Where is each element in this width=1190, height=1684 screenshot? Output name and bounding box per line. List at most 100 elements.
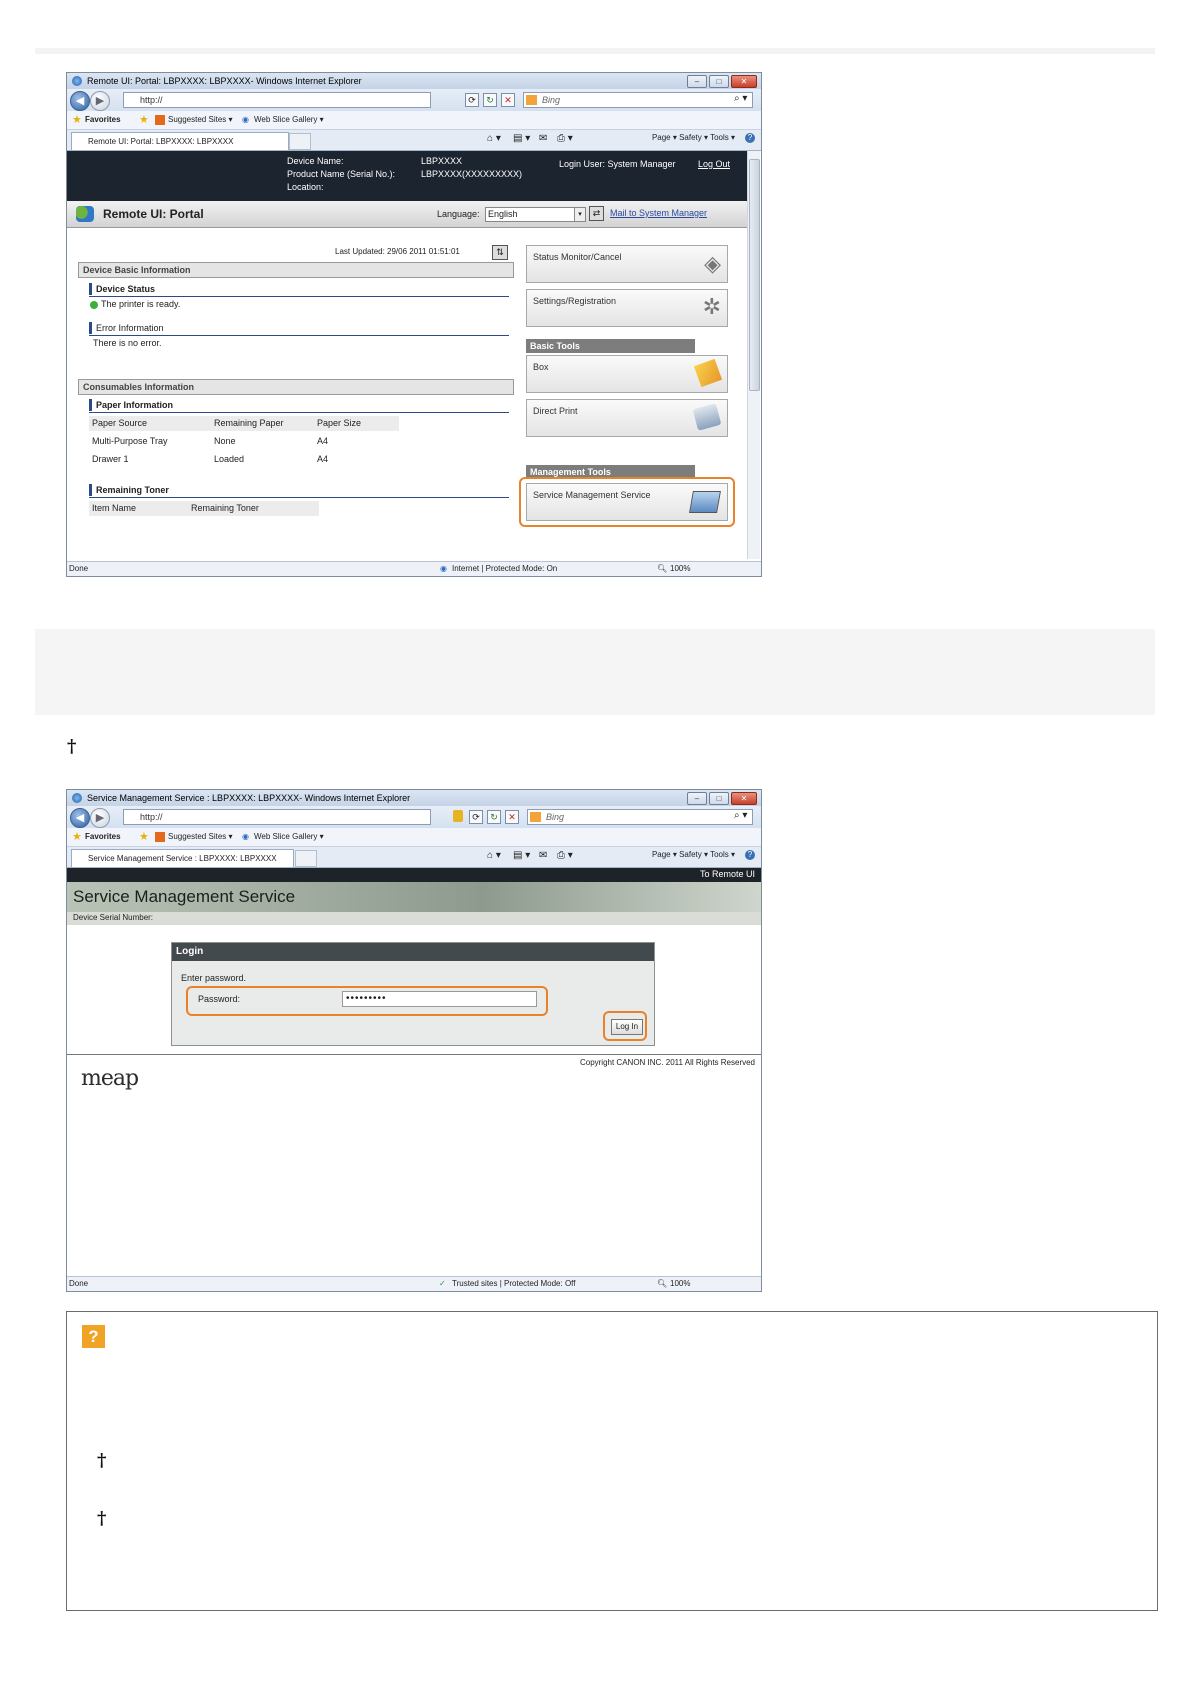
close-icon[interactable]: ✕: [731, 792, 757, 805]
tab-remote-ui[interactable]: Remote UI: Portal: LBPXXXX: LBPXXXX: [71, 132, 289, 150]
search-input[interactable]: Bing: [527, 809, 753, 825]
maximize-icon[interactable]: □: [709, 792, 729, 805]
mail-icon[interactable]: ✉: [539, 133, 547, 144]
bing-icon: [530, 812, 541, 822]
lock-icon[interactable]: [453, 810, 463, 822]
logout-link[interactable]: Log Out: [698, 159, 730, 169]
close-icon[interactable]: ✕: [731, 75, 757, 88]
refresh-icon[interactable]: ↻: [487, 810, 501, 824]
url-input[interactable]: http://: [123, 809, 431, 825]
sms-page-title: Service Management Service: [73, 887, 296, 906]
status-monitor-icon: ◈: [704, 251, 721, 276]
settings-tile[interactable]: Settings/Registration ✲: [526, 289, 728, 327]
zoom-level[interactable]: 100%: [670, 562, 690, 576]
back-icon[interactable]: ◀: [70, 91, 90, 111]
refresh-icon[interactable]: ↻: [483, 93, 497, 107]
paper-col-source: Paper Source: [92, 418, 148, 428]
zoom-icon[interactable]: 🔍︎: [657, 562, 667, 576]
basic-tools-header: Basic Tools: [526, 339, 695, 353]
new-tab-button[interactable]: [295, 850, 317, 867]
direct-print-tile[interactable]: Direct Print: [526, 399, 728, 437]
command-bar[interactable]: Page ▾ Safety ▾ Tools ▾: [652, 850, 735, 859]
stop-icon[interactable]: ✕: [501, 93, 515, 107]
home-icon[interactable]: ⌂ ▾: [487, 133, 501, 144]
zoom-level[interactable]: 100%: [670, 1277, 690, 1291]
mail-system-manager-link[interactable]: Mail to System Manager: [610, 208, 707, 218]
mail-icon[interactable]: ✉: [539, 850, 547, 861]
scroll-thumb[interactable]: [749, 159, 760, 391]
window-controls: – □ ✕: [687, 792, 757, 805]
scrollbar[interactable]: [747, 151, 760, 559]
ie-icon: [72, 793, 82, 803]
suggested-sites-icon: [155, 832, 165, 842]
suggested-sites-link[interactable]: Suggested Sites ▾: [168, 111, 233, 129]
language-apply-icon[interactable]: ⇄: [589, 206, 604, 221]
tab-service-management[interactable]: Service Management Service : LBPXXXX: LB…: [71, 849, 294, 867]
step-band: [35, 629, 1155, 715]
to-remote-ui-link[interactable]: To Remote UI: [700, 869, 755, 879]
command-bar[interactable]: Page ▾ Safety ▾ Tools ▾: [652, 133, 735, 142]
feeds-icon[interactable]: ▤ ▾: [513, 850, 530, 861]
paper-row-1-remaining: None: [214, 436, 236, 446]
home-icon[interactable]: ⌂ ▾: [487, 850, 501, 861]
tab-bar: Service Management Service : LBPXXXX: LB…: [67, 847, 761, 868]
zoom-icon[interactable]: 🔍︎: [657, 1277, 667, 1291]
paper-row-1-source: Multi-Purpose Tray: [92, 436, 168, 446]
add-favorites-icon[interactable]: ★: [139, 111, 149, 129]
remaining-toner-header: Remaining Toner: [89, 484, 169, 496]
url-input[interactable]: http://: [123, 92, 431, 108]
ie-icon: [72, 76, 82, 86]
toner-col-item: Item Name: [92, 503, 137, 513]
web-slice-link[interactable]: Web Slice Gallery ▾: [254, 828, 324, 846]
print-icon[interactable]: ⎙ ▾: [557, 850, 573, 861]
minimize-icon[interactable]: –: [687, 792, 707, 805]
status-text: The printer is ready.: [101, 299, 181, 309]
suggested-sites-link[interactable]: Suggested Sites ▾: [168, 828, 233, 846]
paper-info-header: Paper Information: [89, 399, 173, 411]
consumables-info-header: Consumables Information: [78, 379, 514, 395]
paper-info-underline: [89, 412, 509, 413]
refresh-status-icon[interactable]: ⇅: [492, 245, 508, 260]
favorites-button[interactable]: Favorites: [85, 828, 121, 846]
bing-icon: [526, 95, 537, 105]
language-select[interactable]: English: [485, 207, 575, 222]
refresh-compat-icon[interactable]: ⟳: [465, 93, 479, 107]
portal-header: Device Name: LBPXXXX Product Name (Seria…: [67, 151, 747, 201]
help-icon[interactable]: ?: [745, 133, 755, 143]
maximize-icon[interactable]: □: [709, 75, 729, 88]
search-icon[interactable]: ⌕ ▾: [734, 810, 747, 821]
search-icon[interactable]: ⌕ ▾: [734, 93, 747, 104]
minimize-icon[interactable]: –: [687, 75, 707, 88]
address-bar: ◀ ▶ http:// ⟳ ↻ ✕ Bing ⌕ ▾: [67, 806, 761, 828]
sms-top-bar: To Remote UI: [67, 868, 761, 882]
language-dropdown-icon[interactable]: ▾: [574, 207, 586, 222]
last-updated: Last Updated: 29/06 2011 01:51:01: [335, 247, 460, 256]
back-icon[interactable]: ◀: [70, 808, 90, 828]
error-info-underline: [89, 335, 509, 336]
search-input[interactable]: Bing: [523, 92, 753, 108]
note-box: ? † †: [66, 1311, 1158, 1611]
feeds-icon[interactable]: ▤ ▾: [513, 133, 530, 144]
portal-title-bar: Remote UI: Portal Language: English ▾ ⇄ …: [67, 201, 747, 228]
location-label: Location:: [287, 182, 324, 192]
forward-icon[interactable]: ▶: [90, 91, 110, 111]
box-tile[interactable]: Box: [526, 355, 728, 393]
stop-icon[interactable]: ✕: [505, 810, 519, 824]
forward-icon[interactable]: ▶: [90, 808, 110, 828]
title-bar: Service Management Service : LBPXXXX: LB…: [67, 790, 761, 806]
paper-row-1-size: A4: [317, 436, 329, 446]
web-slice-link[interactable]: Web Slice Gallery ▾: [254, 111, 324, 129]
new-tab-button[interactable]: [289, 133, 311, 150]
add-favorites-icon[interactable]: ★: [139, 828, 149, 846]
status-monitor-tile[interactable]: Status Monitor/Cancel ◈: [526, 245, 728, 283]
refresh-compat-icon[interactable]: ⟳: [469, 810, 483, 824]
help-icon[interactable]: ?: [745, 850, 755, 860]
zone-text: Internet | Protected Mode: On: [452, 564, 558, 573]
suggested-sites-icon: [155, 115, 165, 125]
dagger-mark-3: †: [97, 1508, 107, 1529]
print-icon[interactable]: ⎙ ▾: [557, 133, 573, 144]
favorites-button[interactable]: Favorites: [85, 111, 121, 129]
device-status-header: Device Status: [89, 283, 155, 295]
sms-title-bar: Service Management Service: [67, 882, 761, 912]
dagger-mark-1: †: [67, 736, 77, 757]
